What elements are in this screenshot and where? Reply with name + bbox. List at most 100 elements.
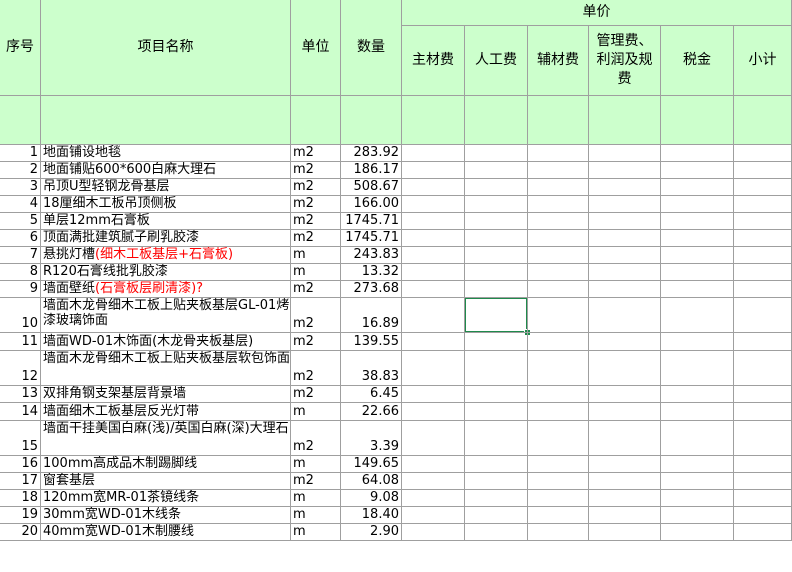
management-cell[interactable] — [589, 524, 661, 541]
row-seq-cell[interactable]: 15 — [0, 421, 41, 456]
labor-cell[interactable] — [465, 145, 528, 162]
header-blank-cell[interactable] — [402, 96, 465, 145]
labor-cell[interactable] — [465, 281, 528, 298]
subtotal-cell[interactable] — [734, 298, 792, 333]
row-name-cell[interactable]: 墙面木龙骨细木工板上贴夹板基层软包饰面 — [41, 351, 291, 386]
subtotal-cell[interactable] — [734, 473, 792, 490]
header-blank-cell[interactable] — [0, 96, 41, 145]
aux-material-cell[interactable] — [528, 351, 589, 386]
row-name-cell[interactable]: 地面铺贴600*600白麻大理石 — [41, 162, 291, 179]
management-cell[interactable] — [589, 421, 661, 456]
header-name[interactable]: 项目名称 — [41, 0, 291, 96]
row-seq-cell[interactable]: 17 — [0, 473, 41, 490]
header-management[interactable]: 管理费、利润及规费 — [589, 26, 661, 96]
header-labor[interactable]: 人工费 — [465, 26, 528, 96]
subtotal-cell[interactable] — [734, 421, 792, 456]
management-cell[interactable] — [589, 179, 661, 196]
subtotal-cell[interactable] — [734, 162, 792, 179]
row-name-cell[interactable]: 墙面木龙骨细木工板上贴夹板基层GL-01烤漆玻璃饰面 — [41, 298, 291, 333]
labor-cell[interactable] — [465, 403, 528, 421]
row-unit-cell[interactable]: m — [291, 456, 341, 473]
tax-cell[interactable] — [661, 403, 734, 421]
subtotal-cell[interactable] — [734, 281, 792, 298]
row-seq-cell[interactable]: 12 — [0, 351, 41, 386]
row-unit-cell[interactable]: m2 — [291, 351, 341, 386]
row-seq-cell[interactable]: 19 — [0, 507, 41, 524]
management-cell[interactable] — [589, 403, 661, 421]
row-qty-cell[interactable]: 2.90 — [341, 524, 402, 541]
row-seq-cell[interactable]: 18 — [0, 490, 41, 507]
management-cell[interactable] — [589, 247, 661, 264]
tax-cell[interactable] — [661, 213, 734, 230]
tax-cell[interactable] — [661, 196, 734, 213]
aux-material-cell[interactable] — [528, 179, 589, 196]
row-qty-cell[interactable]: 273.68 — [341, 281, 402, 298]
header-tax[interactable]: 税金 — [661, 26, 734, 96]
row-qty-cell[interactable]: 139.55 — [341, 333, 402, 351]
header-aux-material[interactable]: 辅材费 — [528, 26, 589, 96]
main-material-cell[interactable] — [402, 162, 465, 179]
header-main-material[interactable]: 主材费 — [402, 26, 465, 96]
main-material-cell[interactable] — [402, 456, 465, 473]
row-unit-cell[interactable]: m — [291, 490, 341, 507]
labor-cell[interactable] — [465, 264, 528, 281]
labor-cell[interactable] — [465, 213, 528, 230]
subtotal-cell[interactable] — [734, 403, 792, 421]
labor-cell[interactable] — [465, 351, 528, 386]
header-blank-cell[interactable] — [291, 96, 341, 145]
row-seq-cell[interactable]: 3 — [0, 179, 41, 196]
header-seq[interactable]: 序号 — [0, 0, 41, 96]
row-seq-cell[interactable]: 20 — [0, 524, 41, 541]
row-qty-cell[interactable]: 1745.71 — [341, 213, 402, 230]
main-material-cell[interactable] — [402, 281, 465, 298]
tax-cell[interactable] — [661, 490, 734, 507]
main-material-cell[interactable] — [402, 230, 465, 247]
main-material-cell[interactable] — [402, 247, 465, 264]
management-cell[interactable] — [589, 473, 661, 490]
management-cell[interactable] — [589, 386, 661, 403]
header-blank-cell[interactable] — [734, 96, 792, 145]
labor-cell[interactable] — [465, 473, 528, 490]
row-name-cell[interactable]: 墙面WD-01木饰面(木龙骨夹板基层) — [41, 333, 291, 351]
management-cell[interactable] — [589, 298, 661, 333]
aux-material-cell[interactable] — [528, 490, 589, 507]
row-seq-cell[interactable]: 5 — [0, 213, 41, 230]
aux-material-cell[interactable] — [528, 145, 589, 162]
main-material-cell[interactable] — [402, 196, 465, 213]
row-qty-cell[interactable]: 9.08 — [341, 490, 402, 507]
row-qty-cell[interactable]: 186.17 — [341, 162, 402, 179]
main-material-cell[interactable] — [402, 333, 465, 351]
row-qty-cell[interactable]: 283.92 — [341, 145, 402, 162]
subtotal-cell[interactable] — [734, 490, 792, 507]
aux-material-cell[interactable] — [528, 456, 589, 473]
subtotal-cell[interactable] — [734, 196, 792, 213]
tax-cell[interactable] — [661, 298, 734, 333]
row-name-cell[interactable]: 窗套基层 — [41, 473, 291, 490]
row-seq-cell[interactable]: 4 — [0, 196, 41, 213]
row-seq-cell[interactable]: 11 — [0, 333, 41, 351]
labor-cell[interactable] — [465, 179, 528, 196]
row-qty-cell[interactable]: 16.89 — [341, 298, 402, 333]
row-name-cell[interactable]: R120石膏线批乳胶漆 — [41, 264, 291, 281]
row-qty-cell[interactable]: 6.45 — [341, 386, 402, 403]
row-qty-cell[interactable]: 166.00 — [341, 196, 402, 213]
row-unit-cell[interactable]: m2 — [291, 145, 341, 162]
row-name-cell[interactable]: 地面铺设地毯 — [41, 145, 291, 162]
header-blank-cell[interactable] — [528, 96, 589, 145]
subtotal-cell[interactable] — [734, 230, 792, 247]
row-name-cell[interactable]: 30mm宽WD-01木线条 — [41, 507, 291, 524]
labor-cell[interactable] — [465, 162, 528, 179]
row-unit-cell[interactable]: m — [291, 507, 341, 524]
aux-material-cell[interactable] — [528, 281, 589, 298]
aux-material-cell[interactable] — [528, 264, 589, 281]
row-qty-cell[interactable]: 1745.71 — [341, 230, 402, 247]
row-qty-cell[interactable]: 38.83 — [341, 351, 402, 386]
header-blank-cell[interactable] — [41, 96, 291, 145]
header-blank-cell[interactable] — [465, 96, 528, 145]
main-material-cell[interactable] — [402, 298, 465, 333]
tax-cell[interactable] — [661, 456, 734, 473]
row-seq-cell[interactable]: 1 — [0, 145, 41, 162]
subtotal-cell[interactable] — [734, 507, 792, 524]
subtotal-cell[interactable] — [734, 145, 792, 162]
tax-cell[interactable] — [661, 333, 734, 351]
